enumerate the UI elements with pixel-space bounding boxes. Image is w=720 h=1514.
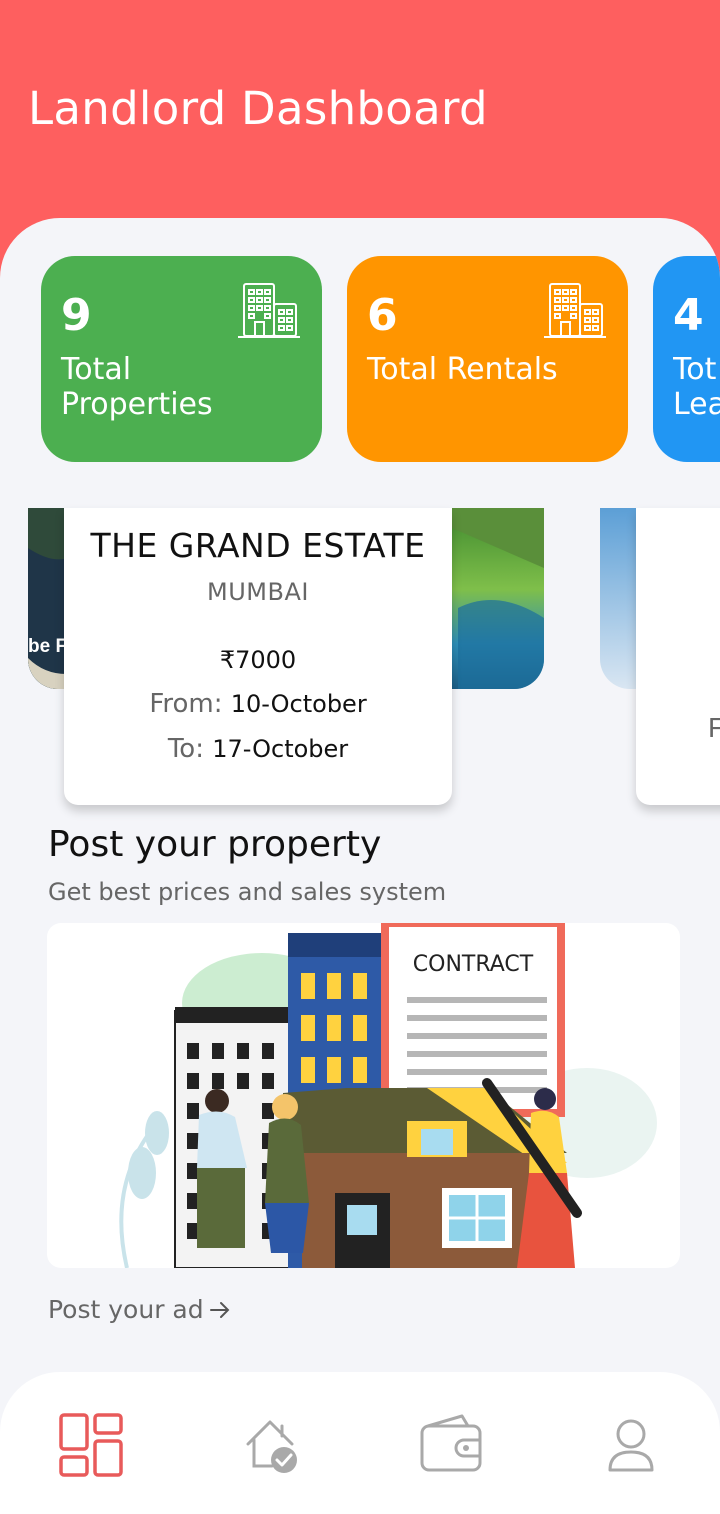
- contract-text: CONTRACT: [413, 952, 534, 977]
- stat-number: 9: [61, 290, 92, 341]
- property-price: ₹7000: [219, 646, 297, 674]
- image-caption: be F: [28, 636, 68, 657]
- main-content: 9 Total Properties 6 Total Rentals 4 Tot…: [0, 218, 720, 1514]
- building-icon: [544, 283, 606, 338]
- property-carousel[interactable]: be F THE GRAND ESTATE MUMBAI ₹7000 From:…: [0, 508, 720, 813]
- property-to-row: To: 17-October: [64, 734, 452, 764]
- to-label: To:: [167, 734, 204, 764]
- bottom-navigation: [0, 1372, 720, 1514]
- stat-label: Total Properties: [61, 352, 213, 422]
- post-ad-label: Post your ad: [48, 1295, 204, 1324]
- building-icon: [238, 283, 300, 338]
- page-title: Landlord Dashboard: [28, 82, 488, 135]
- property-card[interactable]: F: [636, 508, 720, 805]
- property-from-row: From: 10-October: [64, 689, 452, 719]
- stat-number: 4: [673, 290, 704, 341]
- stat-card-total-rentals[interactable]: 6 Total Rentals: [347, 256, 628, 462]
- contract-illustration: CONTRACT: [119, 923, 657, 1268]
- post-property-illustration: CONTRACT: [47, 923, 680, 1268]
- landlord-dashboard-screen: Landlord Dashboard 9 Total Properties 6 …: [0, 0, 720, 1514]
- stat-label: Tot Lea: [673, 352, 720, 422]
- property-partial-text: F: [708, 712, 720, 743]
- property-name: THE GRAND ESTATE: [90, 526, 426, 565]
- from-label: From:: [149, 689, 223, 719]
- stat-label: Total Rentals: [367, 352, 558, 387]
- post-property-subtitle: Get best prices and sales system: [48, 878, 447, 906]
- stat-card-total-leases[interactable]: 4 Tot Lea: [653, 256, 720, 462]
- property-card[interactable]: THE GRAND ESTATE MUMBAI ₹7000 From: 10-O…: [64, 508, 452, 805]
- from-value: 10-October: [230, 690, 367, 718]
- wallet-icon[interactable]: [416, 1410, 486, 1480]
- stat-number: 6: [367, 290, 398, 341]
- stat-card-total-properties[interactable]: 9 Total Properties: [41, 256, 322, 462]
- dashboard-icon[interactable]: [56, 1410, 126, 1480]
- post-property-title: Post your property: [48, 824, 382, 865]
- to-value: 17-October: [212, 735, 349, 763]
- home-check-icon[interactable]: [238, 1410, 308, 1480]
- profile-icon[interactable]: [596, 1410, 666, 1480]
- post-ad-link[interactable]: Post your ad: [48, 1295, 232, 1324]
- arrow-right-icon: [209, 1301, 230, 1318]
- property-city: MUMBAI: [207, 578, 309, 606]
